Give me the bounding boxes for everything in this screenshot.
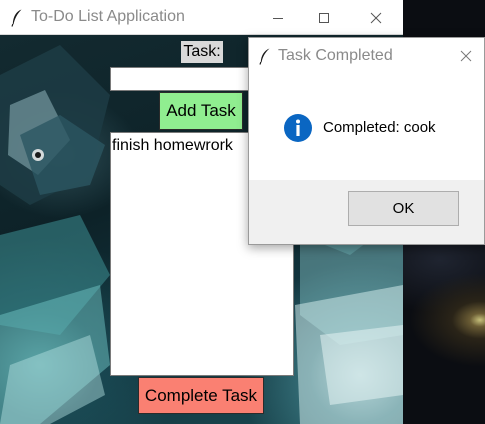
close-button[interactable] — [353, 0, 399, 35]
window-title: To-Do List Application — [31, 8, 185, 25]
close-icon — [460, 50, 472, 62]
minimize-icon — [273, 17, 283, 19]
minimize-button[interactable] — [255, 0, 301, 35]
task-input[interactable] — [110, 67, 260, 91]
info-icon — [284, 114, 312, 142]
feather-icon — [259, 48, 270, 65]
maximize-button[interactable] — [301, 0, 347, 35]
add-task-button[interactable]: Add Task — [159, 92, 243, 130]
dialog-title: Task Completed — [278, 47, 393, 64]
dialog-close-button[interactable] — [447, 38, 484, 74]
task-label: Task: — [181, 41, 223, 63]
dialog-titlebar[interactable]: Task Completed — [249, 38, 484, 74]
main-titlebar[interactable]: To-Do List Application — [0, 0, 403, 35]
ok-button[interactable]: OK — [348, 191, 459, 226]
task-completed-dialog: Task Completed Completed: cook OK — [248, 37, 485, 245]
screen: To-Do List Application Task: Add Task fi… — [0, 0, 485, 424]
dialog-message: Completed: cook — [323, 119, 436, 136]
maximize-icon — [319, 12, 329, 23]
close-icon — [370, 12, 382, 23]
complete-task-button[interactable]: Complete Task — [138, 377, 264, 414]
feather-icon — [11, 9, 22, 27]
